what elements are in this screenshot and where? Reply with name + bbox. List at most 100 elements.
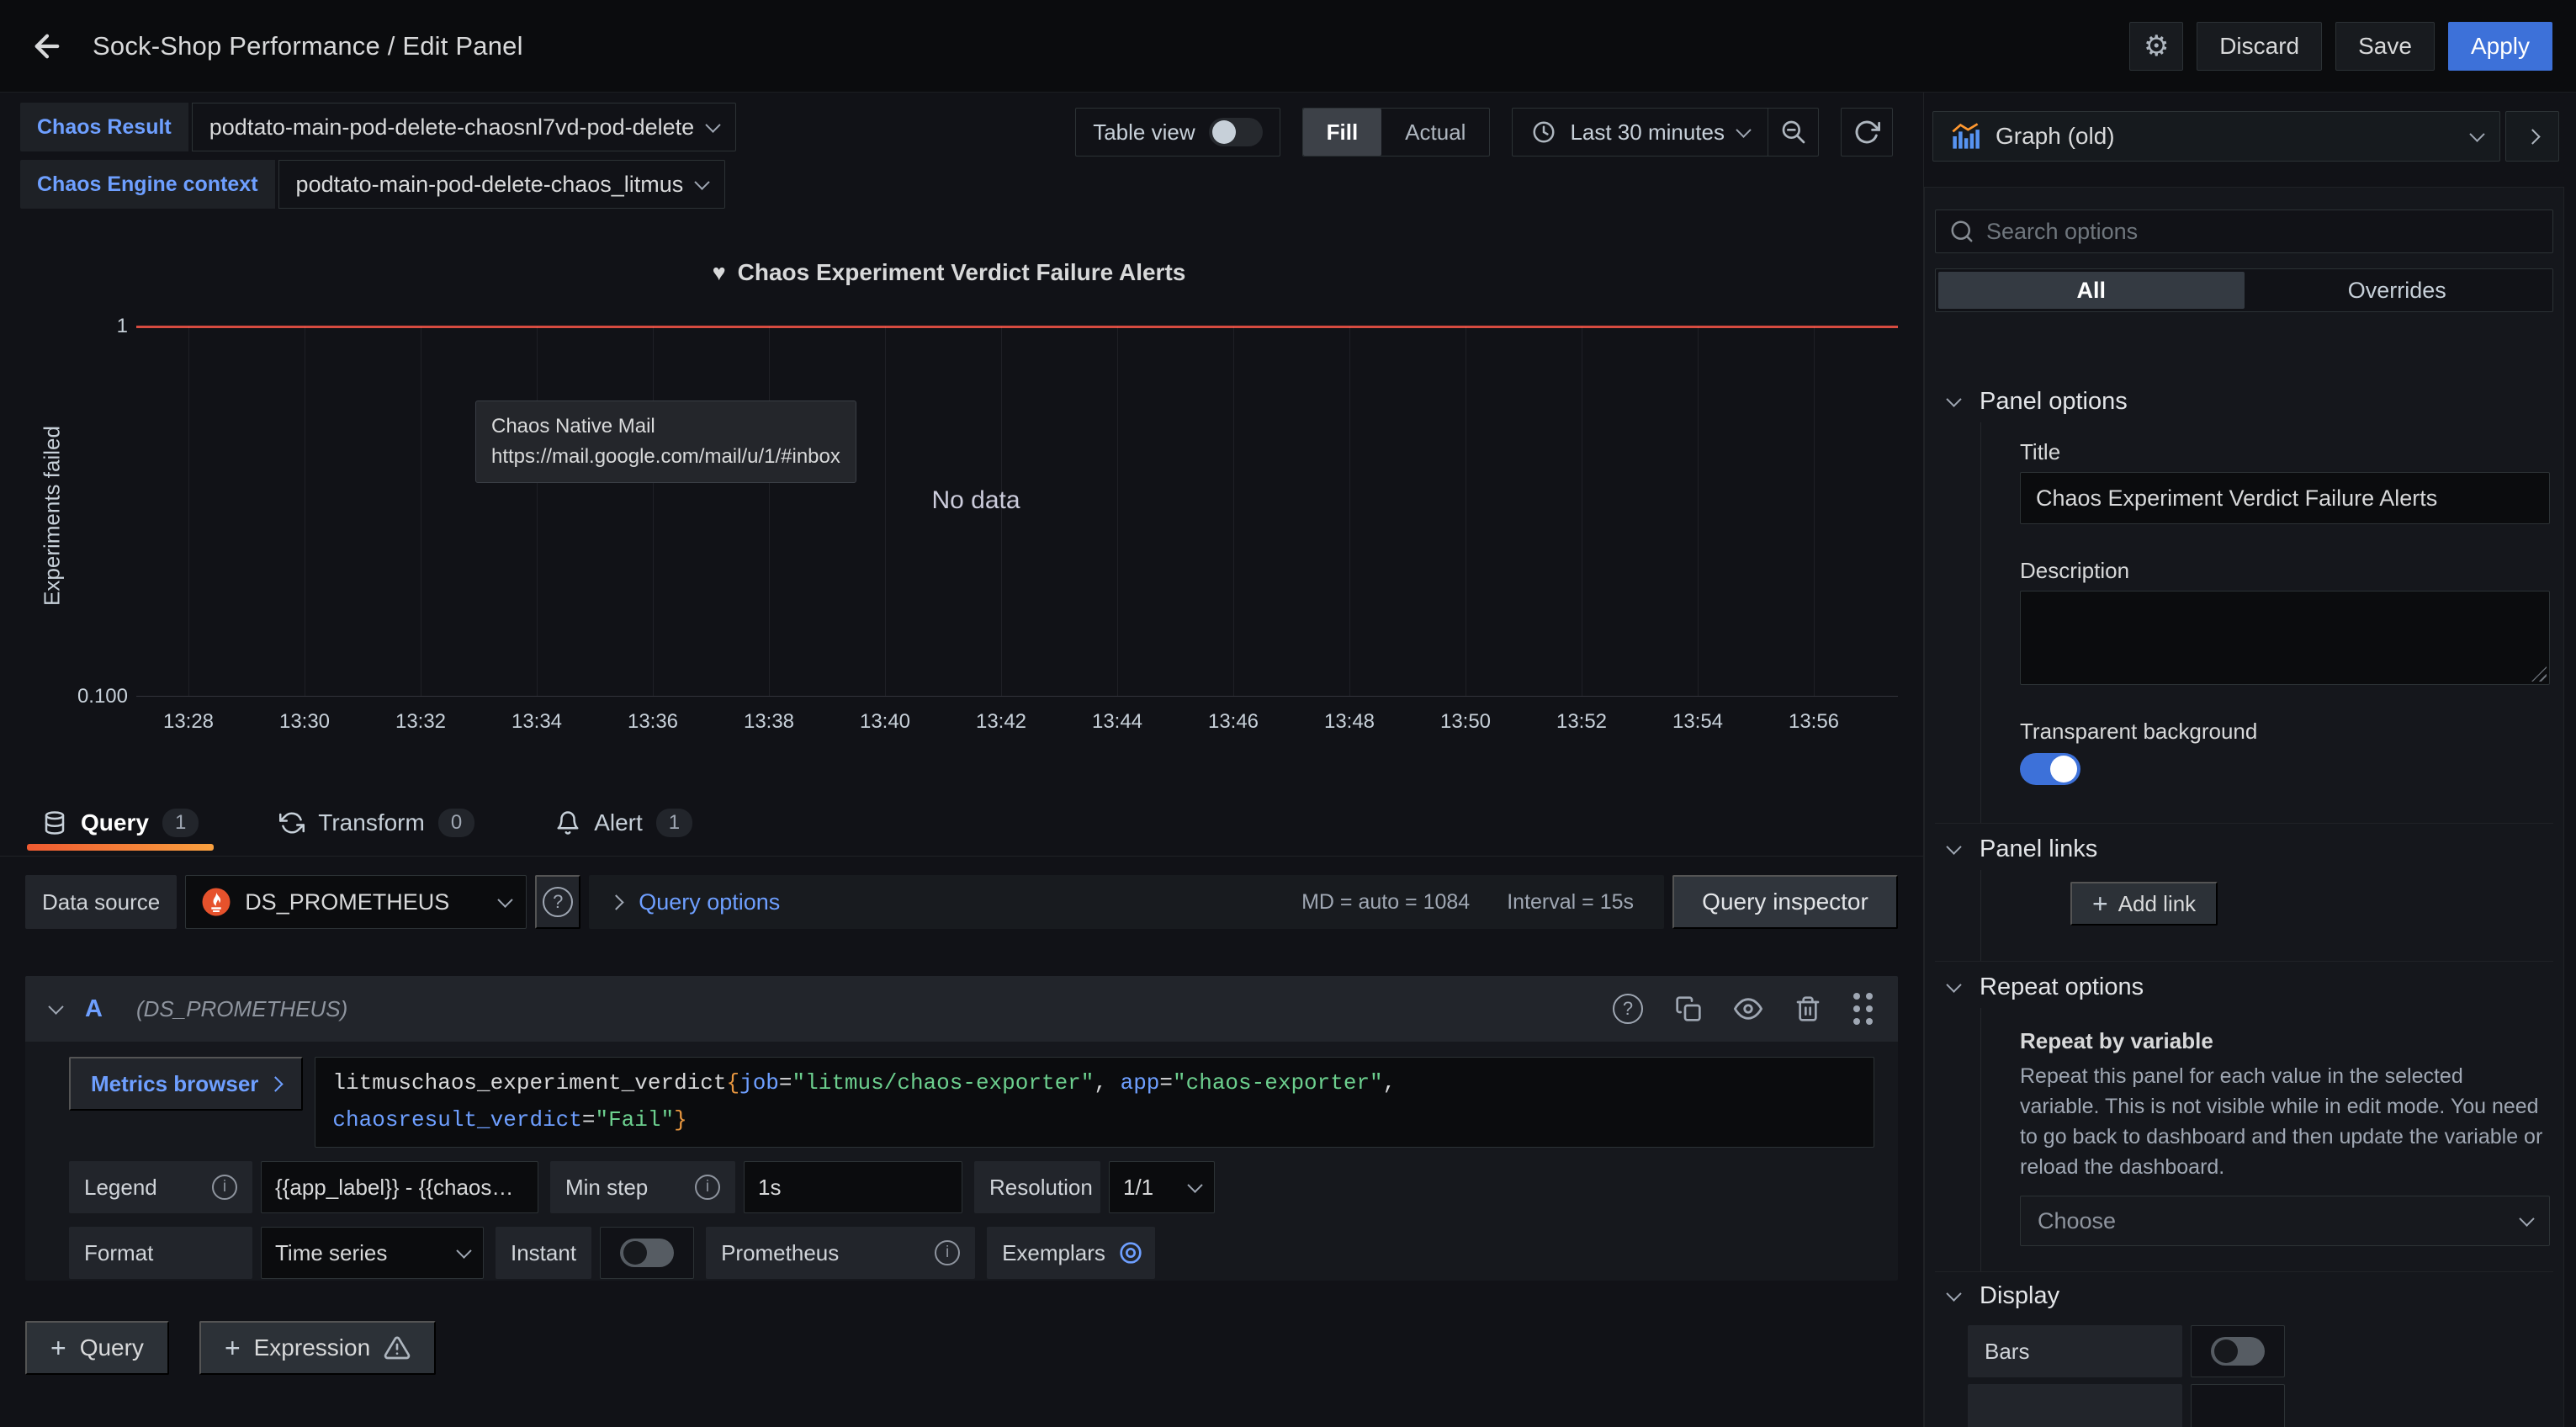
transparent-background-toggle[interactable]: [2020, 753, 2080, 785]
chevron-down-icon: [2469, 126, 2484, 141]
gridline: [1117, 326, 1118, 696]
time-range-label: Last 30 minutes: [1570, 119, 1725, 146]
tab-count-badge: 0: [438, 809, 474, 837]
gridline: [769, 326, 770, 696]
chevron-down-icon: [705, 117, 720, 132]
data-source-help-button[interactable]: ?: [535, 875, 580, 929]
query-actions: + Query + Expression: [25, 1321, 436, 1375]
search-input[interactable]: [1986, 219, 2539, 245]
repeat-options-body: Repeat by variable Repeat this panel for…: [1980, 1008, 2553, 1271]
bars-toggle[interactable]: [2211, 1337, 2265, 1366]
variable-value-dropdown[interactable]: podtato-main-pod-delete-chaos_litmus: [278, 160, 726, 209]
clock-icon: [1531, 119, 1556, 145]
panel-settings-button[interactable]: ⚙: [2129, 22, 2183, 71]
bell-icon: [555, 810, 580, 836]
panel-header[interactable]: ♥ Chaos Experiment Verdict Failure Alert…: [0, 259, 1898, 286]
tab-label: Alert: [594, 809, 643, 836]
prometheus-icon: [201, 887, 231, 917]
info-icon[interactable]: i: [695, 1175, 720, 1200]
resize-handle[interactable]: [2531, 666, 2547, 682]
variable-value-dropdown[interactable]: podtato-main-pod-delete-chaosnl7vd-pod-d…: [192, 103, 736, 151]
save-button[interactable]: Save: [2335, 22, 2435, 71]
chevron-down-icon: [1946, 391, 1961, 406]
metrics-browser-button[interactable]: Metrics browser: [69, 1057, 303, 1111]
gridline: [188, 326, 189, 696]
exemplars-icon[interactable]: [1117, 1239, 1144, 1266]
tab-query[interactable]: Query 1: [27, 789, 214, 856]
arrow-left-icon: [29, 29, 65, 64]
refresh-button[interactable]: [1841, 108, 1893, 156]
chevron-down-icon: [1946, 1286, 1961, 1301]
x-tick-label: 13:46: [1208, 710, 1259, 734]
x-tick-label: 13:34: [511, 710, 562, 734]
visualization-select[interactable]: Graph (old): [1932, 111, 2500, 162]
promql-line-2: chaosresult_verdict="Fail"}: [332, 1101, 1857, 1138]
tab-transform[interactable]: Transform 0: [264, 789, 490, 856]
y-axis-label: Experiments failed: [40, 426, 66, 606]
add-query-button[interactable]: + Query: [25, 1321, 169, 1375]
info-icon[interactable]: i: [212, 1175, 237, 1200]
time-range-button[interactable]: Last 30 minutes: [1513, 109, 1768, 156]
tooltip-url: https://mail.google.com/mail/u/1/#inbox: [491, 442, 840, 472]
tab-all[interactable]: All: [1938, 272, 2245, 309]
add-link-button[interactable]: + Add link: [2070, 882, 2218, 926]
discard-button[interactable]: Discard: [2197, 22, 2322, 71]
query-toolbar: Data source DS_PROMETHEUS ? Query option…: [25, 875, 1898, 929]
options-filter-tabs: All Overrides: [1935, 268, 2553, 312]
resolution-select[interactable]: 1/1: [1109, 1161, 1215, 1213]
instant-toggle[interactable]: [620, 1239, 674, 1267]
description-field-label: Description: [2020, 558, 2553, 584]
section-panel-options[interactable]: Panel options: [1948, 388, 2553, 416]
query-row-header[interactable]: A (DS_PROMETHEUS) ?: [25, 976, 1898, 1042]
description-textarea[interactable]: [2020, 591, 2550, 685]
x-tick-label: 13:30: [279, 710, 330, 734]
add-expression-button[interactable]: + Expression: [199, 1321, 436, 1375]
zoom-out-icon: [1780, 119, 1807, 146]
fill-option[interactable]: Fill: [1303, 109, 1382, 156]
legend-label: Legendi: [69, 1161, 252, 1213]
view-controls: Table view Fill Actual Last 30 minutes: [1075, 108, 1893, 156]
data-link-tooltip[interactable]: Chaos Native Mail https://mail.google.co…: [475, 401, 856, 483]
min-step-input[interactable]: 1s: [744, 1161, 962, 1213]
chevron-right-icon: [2525, 129, 2540, 144]
tab-alert[interactable]: Alert 1: [540, 789, 708, 856]
promql-editor[interactable]: litmuschaos_experiment_verdict{job="litm…: [315, 1057, 1874, 1148]
section-divider: [1935, 823, 2553, 824]
help-icon[interactable]: ?: [1613, 994, 1643, 1024]
chevron-down-icon: [2519, 1211, 2534, 1226]
interval: Interval = 15s: [1507, 890, 1634, 915]
help-icon: ?: [543, 887, 573, 917]
query-options-bar[interactable]: Query options MD = auto = 1084 Interval …: [589, 875, 1664, 929]
actual-option[interactable]: Actual: [1381, 109, 1489, 156]
legend-input[interactable]: {{app_label}} - {{chaos…: [261, 1161, 538, 1213]
delete-query-trash-icon[interactable]: [1794, 995, 1821, 1022]
panel-title-input[interactable]: [2020, 472, 2550, 524]
toggle-viz-picker-button[interactable]: [2505, 111, 2559, 162]
option-label: [1968, 1384, 2182, 1427]
page-title: Sock-Shop Performance / Edit Panel: [93, 31, 523, 61]
repeat-variable-select[interactable]: Choose: [2020, 1196, 2550, 1246]
section-divider: [1935, 961, 2553, 962]
hide-query-eye-icon[interactable]: [1734, 995, 1762, 1023]
graph-viz-icon: [1950, 121, 1980, 151]
x-axis-ticks: 13:2813:3013:3213:3413:3613:3813:4013:42…: [136, 710, 1898, 739]
back-arrow-button[interactable]: [24, 23, 71, 70]
tab-overrides[interactable]: Overrides: [2245, 272, 2551, 309]
query-inspector-button[interactable]: Query inspector: [1672, 875, 1898, 929]
drag-handle[interactable]: [1853, 993, 1873, 1025]
series-line: [136, 326, 1898, 328]
format-select[interactable]: Time series: [261, 1227, 484, 1279]
data-source-picker[interactable]: DS_PROMETHEUS: [185, 875, 527, 929]
section-panel-links[interactable]: Panel links: [1948, 836, 2553, 863]
section-title: Display: [1980, 1282, 2059, 1310]
zoom-out-button[interactable]: [1768, 109, 1818, 156]
table-view-toggle[interactable]: [1209, 118, 1263, 146]
section-display[interactable]: Display: [1948, 1282, 2553, 1310]
transform-icon: [279, 810, 305, 836]
info-icon[interactable]: i: [935, 1240, 960, 1265]
plot-area[interactable]: No data: [136, 326, 1898, 697]
duplicate-query-icon[interactable]: [1675, 995, 1702, 1022]
fill-actual-switch: Fill Actual: [1302, 108, 1491, 156]
section-repeat-options[interactable]: Repeat options: [1948, 973, 2553, 1001]
apply-button[interactable]: Apply: [2448, 22, 2552, 71]
